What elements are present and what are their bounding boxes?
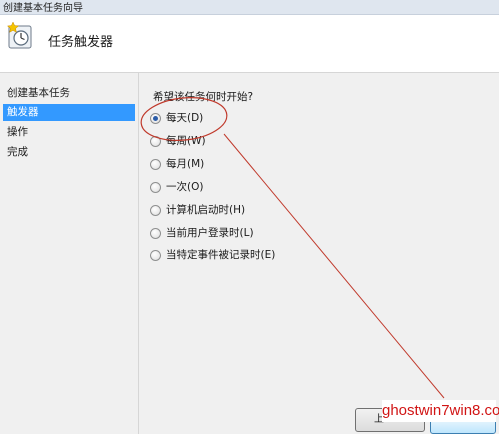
window-title: 创建基本任务向导 (3, 3, 83, 14)
step-label: 创建基本任务 (7, 87, 70, 99)
step-finish[interactable]: 完成 (3, 144, 135, 161)
radio-button[interactable] (150, 113, 161, 124)
option-label: 当特定事件被记录时(E) (166, 249, 276, 261)
option-label: 计算机启动时(H) (166, 204, 246, 216)
radio-button[interactable] (150, 250, 161, 261)
radio-button[interactable] (150, 205, 161, 216)
step-trigger[interactable]: 触发器 (3, 104, 135, 121)
task-clock-icon (6, 21, 32, 49)
radio-button[interactable] (150, 136, 161, 147)
wizard-header: 任务触发器 (0, 15, 499, 73)
radio-button[interactable] (150, 159, 161, 170)
option-label: 一次(O) (166, 181, 204, 193)
option-label: 当前用户登录时(L) (166, 227, 254, 239)
step-create-basic-task[interactable]: 创建基本任务 (3, 85, 135, 102)
title-bar: 创建基本任务向导 (0, 0, 499, 15)
watermark: ghostwin7win8.com (382, 400, 499, 422)
trigger-panel: 希望该任务何时开始? 每天(D) 每周(W) 每月(M) 一次(O) 计算机启动… (139, 73, 499, 434)
watermark-text: ghostwin7win8.com (382, 402, 499, 419)
trigger-question: 希望该任务何时开始? (153, 91, 254, 103)
step-label: 完成 (7, 146, 28, 158)
step-label: 操作 (7, 126, 28, 138)
step-action[interactable]: 操作 (3, 124, 135, 141)
wizard-steps-sidebar: 创建基本任务 触发器 操作 完成 (0, 73, 139, 434)
step-label: 触发器 (7, 106, 39, 118)
radio-button[interactable] (150, 182, 161, 193)
option-label: 每天(D) (166, 112, 204, 124)
option-label: 每周(W) (166, 135, 206, 147)
option-label: 每月(M) (166, 158, 205, 170)
page-title: 任务触发器 (48, 35, 114, 50)
radio-button[interactable] (150, 228, 161, 239)
